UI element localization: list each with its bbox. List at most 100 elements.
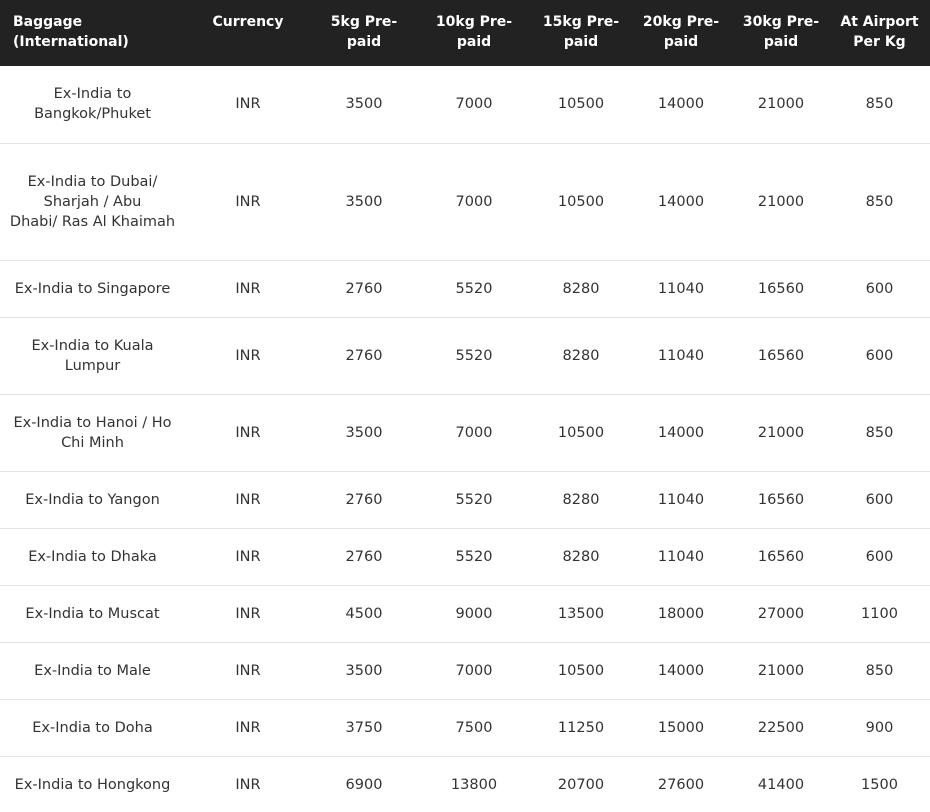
price-30kg-cell: 16560 xyxy=(733,471,829,529)
price-20kg-cell: 14000 xyxy=(629,143,733,261)
header-label-line: 20kg Pre- xyxy=(642,14,720,30)
route-label-line: Ex-India to Hongkong xyxy=(14,776,171,793)
price-10kg-cell: 7000 xyxy=(415,642,533,700)
price-20kg-cell: 11040 xyxy=(629,471,733,529)
table-header: Baggage (International) Currency 5kg Pre-p… xyxy=(0,0,930,66)
price-5kg-cell: 3500 xyxy=(313,143,415,261)
price-10kg-cell: 7500 xyxy=(415,699,533,757)
price-30kg-cell: 21000 xyxy=(733,143,829,261)
price-10kg-cell: 5520 xyxy=(415,471,533,529)
price-30kg-cell: 27000 xyxy=(733,585,829,643)
header-currency: Currency xyxy=(183,0,313,66)
route-cell: Ex-India to Hanoi / Ho Chi Minh xyxy=(0,394,183,472)
header-15kg-prepaid: 15kg Pre-paid xyxy=(533,0,629,66)
header-label-line: 30kg Pre- xyxy=(742,14,820,30)
header-label-line: Currency xyxy=(212,14,284,30)
airport-per-kg-cell: 600 xyxy=(829,528,930,586)
route-cell: Ex-India to Singapore xyxy=(0,260,183,318)
airport-per-kg-cell: 600 xyxy=(829,260,930,318)
price-20kg-cell: 14000 xyxy=(629,642,733,700)
table-row: Ex-India to Dubai/Sharjah / Abu Dhabi/ Ra… xyxy=(0,143,930,261)
route-label-line: Ex-India to Dubai/ xyxy=(27,173,158,190)
table-row: Ex-India to Doha INR 3750 7500 11250 15000 225… xyxy=(0,699,930,757)
airport-per-kg-cell: 850 xyxy=(829,66,930,144)
route-label-line: Ex-India to Hanoi / Ho xyxy=(13,414,172,431)
table-row: Ex-India to Hanoi / Ho Chi Minh INR 3500 700… xyxy=(0,394,930,472)
route-label-line: Chi Minh xyxy=(61,434,124,451)
price-20kg-cell: 11040 xyxy=(629,317,733,395)
header-20kg-prepaid: 20kg Pre-paid xyxy=(629,0,733,66)
header-label-line: 10kg Pre- xyxy=(435,14,513,30)
airport-per-kg-cell: 1500 xyxy=(829,756,930,812)
currency-cell: INR xyxy=(183,699,313,757)
airport-per-kg-cell: 850 xyxy=(829,642,930,700)
price-5kg-cell: 2760 xyxy=(313,471,415,529)
table-row: Ex-India to Bangkok/Phuket INR 3500 7000 1050… xyxy=(0,66,930,144)
header-label-line: 15kg Pre- xyxy=(542,14,620,30)
price-20kg-cell: 11040 xyxy=(629,260,733,318)
price-10kg-cell: 7000 xyxy=(415,66,533,144)
header-label-line: 5kg Pre- xyxy=(330,14,398,30)
price-5kg-cell: 3500 xyxy=(313,642,415,700)
price-30kg-cell: 21000 xyxy=(733,394,829,472)
route-label-line: Ex-India to xyxy=(53,86,132,103)
price-30kg-cell: 16560 xyxy=(733,260,829,318)
airport-per-kg-cell: 1100 xyxy=(829,585,930,643)
header-label-line: paid xyxy=(763,34,799,50)
price-15kg-cell: 10500 xyxy=(533,642,629,700)
price-10kg-cell: 7000 xyxy=(415,143,533,261)
header-row: Baggage (International) Currency 5kg Pre-p… xyxy=(0,0,930,66)
table-row: Ex-India to Singapore INR 2760 5520 8280 1104… xyxy=(0,260,930,318)
price-20kg-cell: 18000 xyxy=(629,585,733,643)
route-cell: Ex-India to Bangkok/Phuket xyxy=(0,66,183,144)
header-label-line: Per Kg xyxy=(853,34,906,50)
route-cell: Ex-India to Kuala Lumpur xyxy=(0,317,183,395)
currency-cell: INR xyxy=(183,394,313,472)
price-5kg-cell: 2760 xyxy=(313,528,415,586)
price-5kg-cell: 4500 xyxy=(313,585,415,643)
price-10kg-cell: 13800 xyxy=(415,756,533,812)
route-label-line: Ex-India to Dhaka xyxy=(28,548,157,565)
table-row: Ex-India to Muscat INR 4500 9000 13500 18000 2… xyxy=(0,585,930,643)
header-label-line: At Airport xyxy=(840,14,919,30)
baggage-fee-table: Baggage (International) Currency 5kg Pre-p… xyxy=(0,0,930,812)
currency-cell: INR xyxy=(183,260,313,318)
price-30kg-cell: 21000 xyxy=(733,642,829,700)
route-label-line: Ex-India to Doha xyxy=(32,719,153,736)
price-30kg-cell: 16560 xyxy=(733,528,829,586)
price-30kg-cell: 16560 xyxy=(733,317,829,395)
header-label-line: paid xyxy=(663,34,699,50)
currency-cell: INR xyxy=(183,66,313,144)
table-row: Ex-India to Yangon INR 2760 5520 8280 11040 16… xyxy=(0,471,930,529)
route-cell: Ex-India to Hongkong xyxy=(0,756,183,812)
price-20kg-cell: 14000 xyxy=(629,66,733,144)
price-15kg-cell: 8280 xyxy=(533,260,629,318)
route-label-line: Bangkok/Phuket xyxy=(34,106,151,123)
price-10kg-cell: 5520 xyxy=(415,528,533,586)
route-label-line: Dhabi/ Ras Al Khaimah xyxy=(9,213,176,230)
price-15kg-cell: 10500 xyxy=(533,394,629,472)
currency-cell: INR xyxy=(183,143,313,261)
price-15kg-cell: 11250 xyxy=(533,699,629,757)
header-10kg-prepaid: 10kg Pre-paid xyxy=(415,0,533,66)
route-label-line: Lumpur xyxy=(64,357,121,374)
price-10kg-cell: 9000 xyxy=(415,585,533,643)
price-10kg-cell: 5520 xyxy=(415,317,533,395)
route-cell: Ex-India to Dhaka xyxy=(0,528,183,586)
currency-cell: INR xyxy=(183,585,313,643)
currency-cell: INR xyxy=(183,528,313,586)
header-label-line: paid xyxy=(456,34,492,50)
table-row: Ex-India to Kuala Lumpur INR 2760 5520 8280 11… xyxy=(0,317,930,395)
airport-per-kg-cell: 600 xyxy=(829,317,930,395)
route-label-line: Ex-India to Muscat xyxy=(25,605,160,622)
price-5kg-cell: 3500 xyxy=(313,394,415,472)
price-30kg-cell: 41400 xyxy=(733,756,829,812)
price-30kg-cell: 21000 xyxy=(733,66,829,144)
price-20kg-cell: 14000 xyxy=(629,394,733,472)
price-15kg-cell: 8280 xyxy=(533,471,629,529)
table-row: Ex-India to Dhaka INR 2760 5520 8280 11040 165… xyxy=(0,528,930,586)
price-15kg-cell: 13500 xyxy=(533,585,629,643)
price-5kg-cell: 6900 xyxy=(313,756,415,812)
currency-cell: INR xyxy=(183,471,313,529)
airport-per-kg-cell: 900 xyxy=(829,699,930,757)
